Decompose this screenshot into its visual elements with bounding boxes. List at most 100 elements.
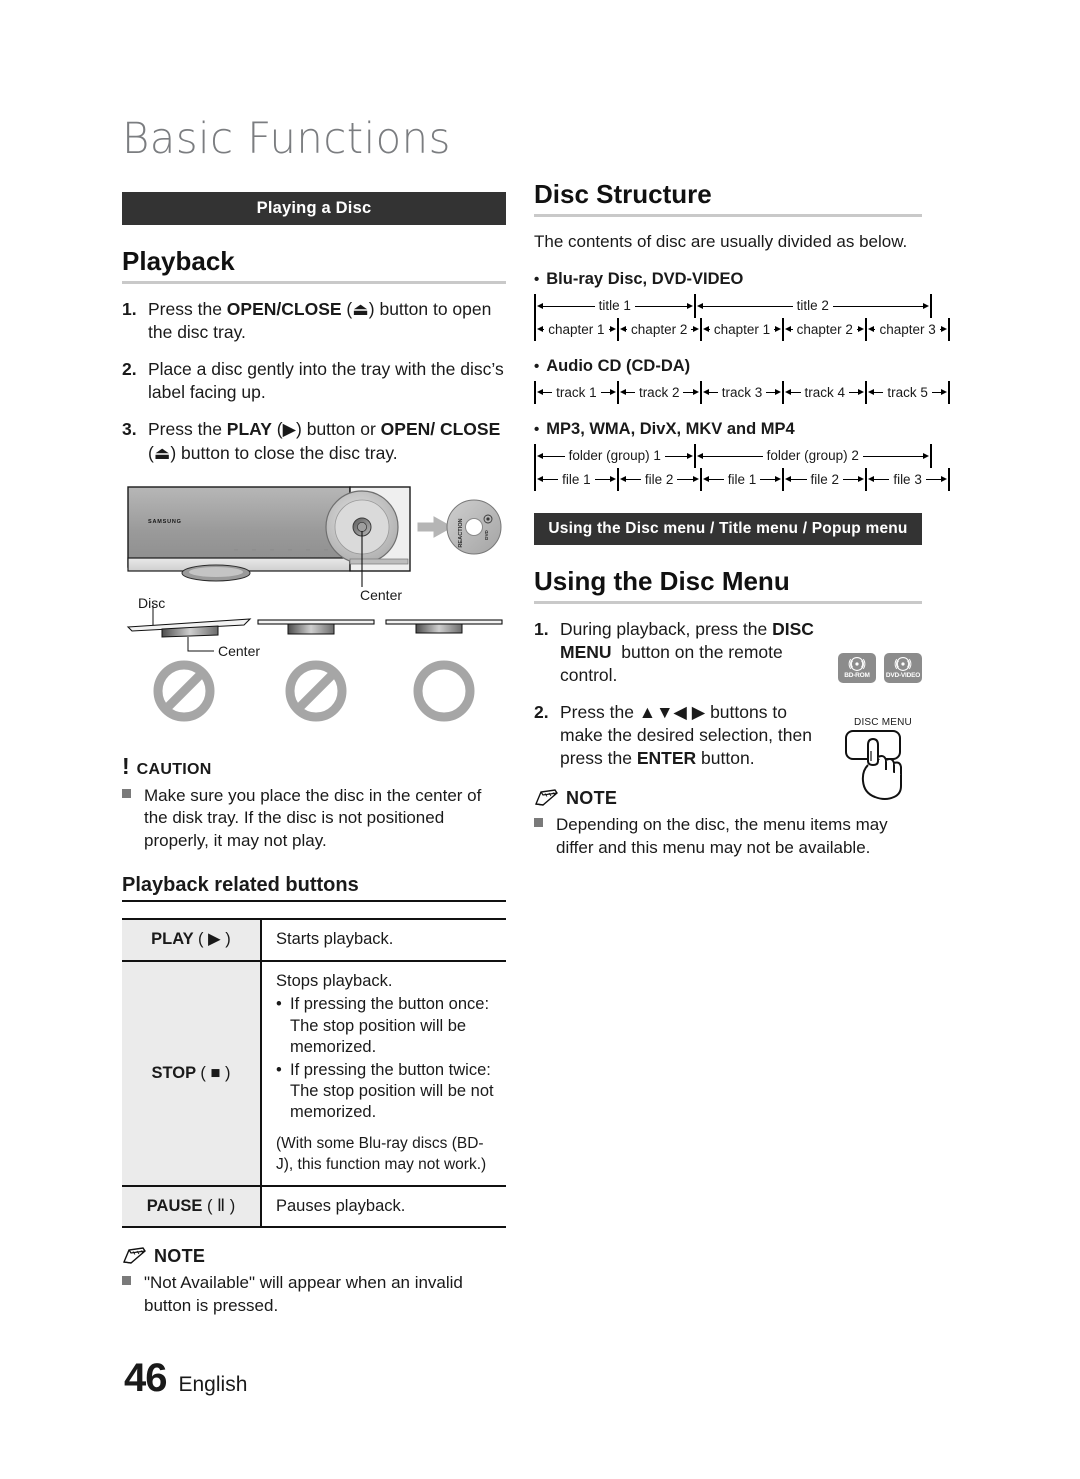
segment-label: chapter 2 — [792, 321, 857, 337]
segment-label: file 1 — [723, 471, 761, 487]
caution-item-list: Make sure you place the disc in the cent… — [122, 785, 506, 853]
illustration-caption-disc: Disc — [138, 594, 166, 611]
note-item: "Not Available" will appear when an inva… — [122, 1272, 506, 1317]
note-label-left: NOTE — [154, 1246, 206, 1267]
dvd-video-badge: DVD-VIDEO — [884, 652, 922, 683]
group-title-text: Audio CD (CD-DA) — [546, 356, 691, 375]
structure-row-bottom: chapter 1 chapter 2 chapter 1 chapter 2 chap… — [534, 317, 950, 341]
disc-structure-heading-block: Disc Structure — [534, 179, 922, 217]
bullet-square-icon — [122, 1272, 144, 1317]
table-cell-button-name: STOP ( ■ ) — [122, 959, 262, 1186]
disc-menu-step: 1. During playback, press the DISC MENU b… — [534, 618, 834, 687]
structure-row-top: folder (group) 1 folder (group) 2 — [534, 443, 932, 468]
segment-label: track 1 — [552, 384, 601, 400]
step-text: Press the ▲▼◀ ▶ buttons to make the desi… — [560, 702, 812, 769]
segment-label: file 3 — [889, 471, 926, 487]
structure-segment-bottom: track 2 — [619, 381, 700, 404]
structure-segment-bottom: file 2 — [784, 468, 865, 491]
pencil-icon — [534, 788, 560, 807]
note-header-left: NOTE — [122, 1246, 506, 1265]
media-type-badges: BD-ROM DVD-VIDEO — [838, 652, 922, 683]
desc-paren-note: (With some Blu-ray discs (BD-J), this fu… — [276, 1134, 487, 1173]
segment-label: title 1 — [594, 298, 635, 314]
page-footer: 46 English — [124, 1356, 247, 1401]
illustration-caption-center-bottom: Center — [218, 642, 261, 659]
note-item-text: Depending on the disc, the menu items ma… — [556, 815, 888, 857]
caution-icon: ! — [122, 752, 130, 779]
table-row: PLAY ( ▶ ) Starts playback. — [122, 919, 506, 961]
pencil-icon — [122, 1246, 148, 1265]
structure-segment-bottom: chapter 3 — [867, 318, 948, 341]
structure-segment-bottom: file 3 — [867, 468, 948, 491]
badge-label: BD-ROM — [844, 672, 870, 680]
step-number: 3. — [122, 419, 137, 440]
step-text: Press the OPEN/CLOSE (⏏) button to open … — [148, 299, 492, 343]
structure-row-bottom: track 1 track 2 track 3 track 4 track 5 — [534, 380, 950, 404]
structure-segment-bottom: file 1 — [702, 468, 783, 491]
note-item-list-right: Depending on the disc, the menu items ma… — [534, 814, 922, 859]
bullet-dot-icon: • — [534, 357, 540, 375]
section-bar-playing-a-disc: Playing a Disc — [122, 192, 506, 226]
badge-label: DVD-VIDEO — [885, 672, 921, 680]
segment-label: chapter 1 — [709, 321, 775, 337]
step-number: 1. — [122, 299, 137, 320]
disc-structure-group-title: • Audio CD (CD-DA) — [534, 357, 922, 376]
group-title-text: Blu-ray Disc, DVD-VIDEO — [546, 269, 744, 288]
heading-rule — [534, 600, 922, 604]
step-number: 1. — [534, 618, 549, 639]
desc-line: Pauses playback. — [276, 1196, 406, 1215]
playback-buttons-table: PLAY ( ▶ ) Starts playback. STOP ( ■ ) Stop… — [122, 918, 506, 1229]
step-text: Place a disc gently into the tray with t… — [148, 359, 504, 403]
disc-loading-illustration: SAMSUNG REACTION DVD Center Disc Center — [122, 479, 506, 749]
note-label-right: NOTE — [566, 788, 618, 809]
disc-menu-step: 2. Press the ▲▼◀ ▶ buttons to make the de… — [534, 701, 834, 770]
segment-label: chapter 3 — [875, 321, 940, 337]
playback-heading: Playback — [122, 246, 235, 277]
structure-segment-top: title 1 — [536, 294, 694, 318]
table-cell-description: Starts playback. — [261, 919, 506, 960]
structure-row-top: title 1 title 2 — [534, 293, 932, 318]
divider-bar — [929, 443, 932, 468]
disc-structure-group-title: • MP3, WMA, DivX, MKV and MP4 — [534, 420, 922, 439]
playback-step: 3. Press the PLAY (▶) button or OPEN/ CLO… — [122, 418, 506, 464]
bullet-square-icon — [534, 814, 556, 859]
segment-label: track 5 — [883, 384, 932, 400]
segment-label: title 2 — [792, 298, 833, 314]
structure-segment-bottom: track 5 — [867, 381, 948, 404]
divider-bar — [929, 293, 932, 318]
heading-rule — [534, 213, 922, 217]
playback-heading-block: Playback — [122, 246, 506, 285]
note-item-list-left: "Not Available" will appear when an inva… — [122, 1272, 506, 1317]
structure-segment-bottom: chapter 1 — [536, 318, 617, 341]
disc-structure-group: • Blu-ray Disc, DVD-VIDEO title 1 title 2 ch… — [534, 269, 950, 341]
segment-label: file 1 — [558, 471, 595, 487]
structure-segment-bottom: track 3 — [702, 381, 783, 404]
disc-menu-remote-figure: DISC MENU — [840, 717, 926, 806]
right-column: Disc Structure The contents of disc are … — [534, 179, 950, 860]
svg-text:DVD: DVD — [484, 529, 489, 539]
structure-segment-bottom: chapter 2 — [784, 318, 865, 341]
playback-related-buttons-heading: Playback related buttons — [122, 874, 506, 903]
bullet-dot-icon: • — [534, 420, 540, 438]
illustration-svg: SAMSUNG REACTION DVD — [126, 485, 503, 722]
svg-text:SAMSUNG: SAMSUNG — [148, 519, 182, 525]
caution-label: CAUTION — [136, 760, 212, 778]
remote-button-label: DISC MENU — [854, 716, 912, 728]
caution-item-text: Make sure you place the disc in the cent… — [144, 785, 482, 850]
segment-label: chapter 1 — [544, 321, 609, 337]
table-cell-description: Pauses playback. — [261, 1184, 506, 1228]
structure-segment-bottom: chapter 2 — [619, 318, 700, 341]
step-text: During playback, press the DISC MENU but… — [560, 618, 814, 685]
structure-segment-top: title 2 — [696, 294, 930, 318]
structure-segment-bottom: track 1 — [536, 381, 617, 404]
divider-bar — [947, 467, 950, 491]
disc-menu-step-list: 1. During playback, press the DISC MENU b… — [534, 618, 834, 771]
note-item: Depending on the disc, the menu items ma… — [534, 814, 922, 859]
segment-label: folder (group) 2 — [762, 448, 863, 464]
table-cell-description: Stops playback. • If pressing the button o… — [261, 959, 506, 1186]
caution-item: Make sure you place the disc in the cent… — [122, 785, 506, 853]
bd-rom-badge: BD-ROM — [838, 652, 876, 683]
step-number: 2. — [534, 702, 549, 723]
desc-bullet: • If pressing the button twice: The stop … — [276, 1060, 494, 1122]
page-number: 46 — [124, 1356, 167, 1400]
